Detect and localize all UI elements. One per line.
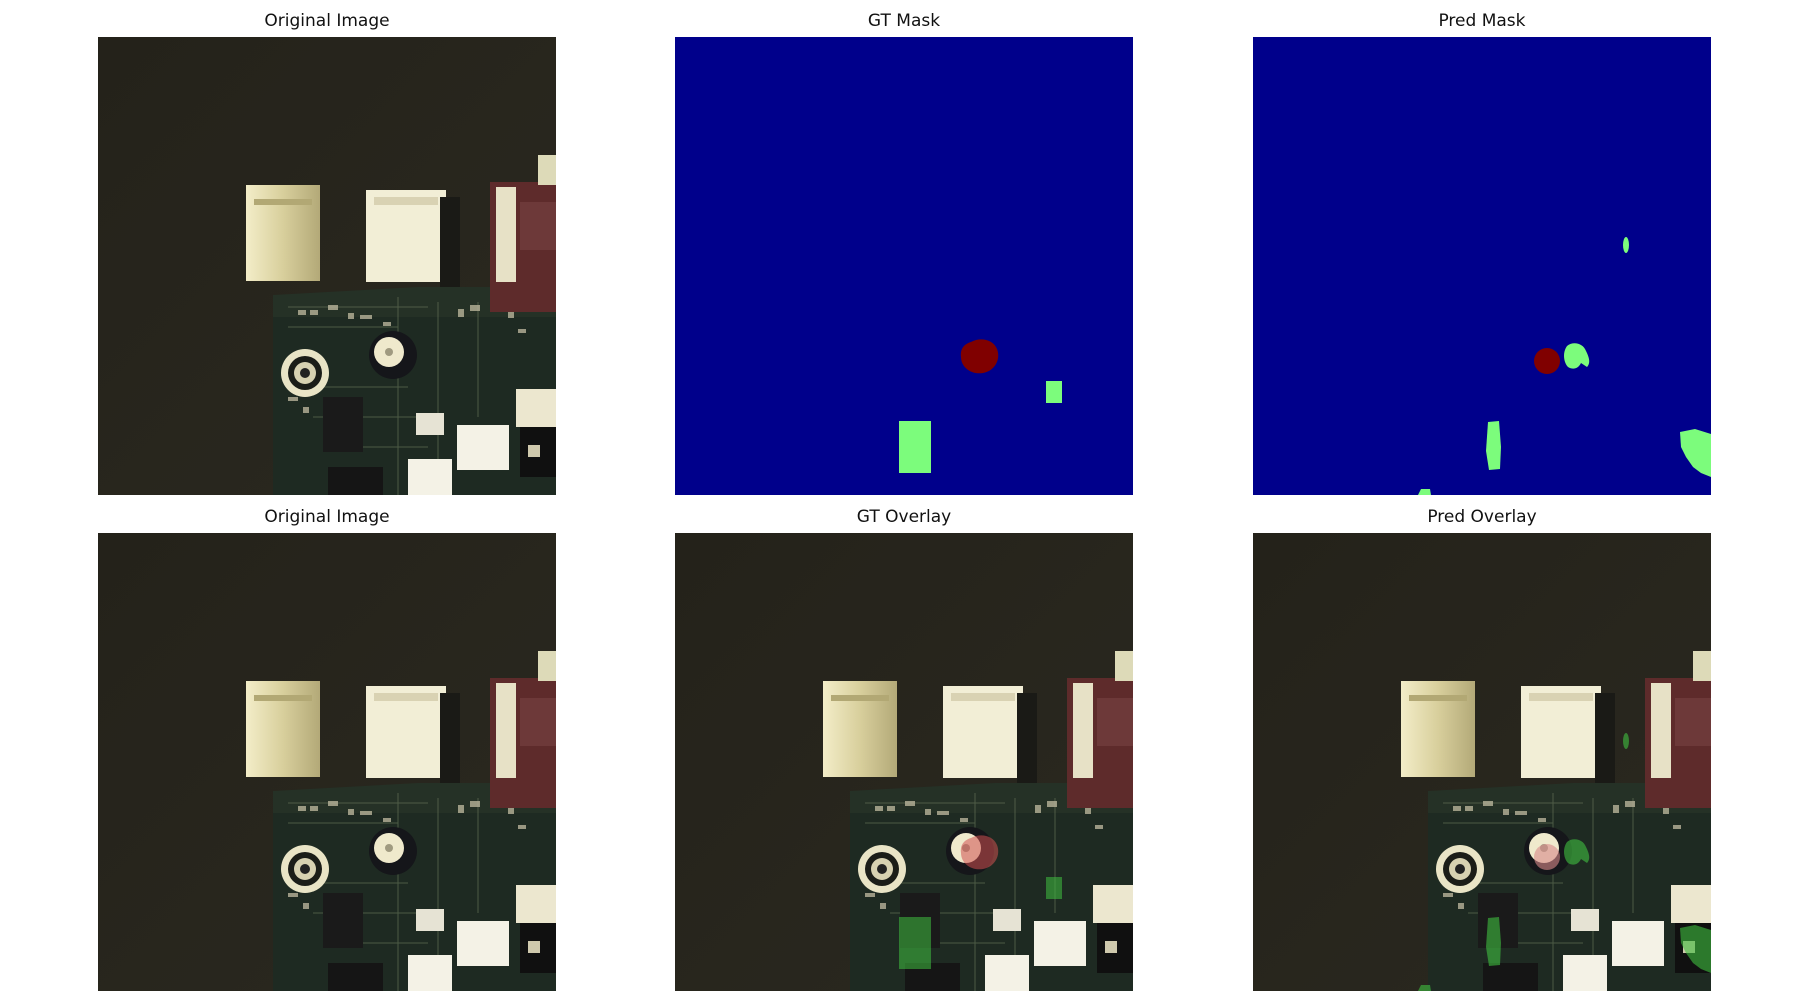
gt-overlay-image — [675, 533, 1133, 991]
pred-overlay-image — [1253, 533, 1711, 991]
panel-title: Original Image — [264, 507, 390, 527]
panel-title: Pred Mask — [1438, 11, 1526, 31]
original-image — [98, 533, 556, 991]
gt-red-region — [960, 339, 999, 374]
panel-title: GT Mask — [867, 11, 941, 31]
original-image — [98, 37, 556, 495]
pred-mask-image — [1253, 37, 1711, 495]
gt-mask-image — [675, 37, 1133, 495]
gt-green-region — [1046, 381, 1062, 403]
panel-title: Pred Overlay — [1427, 507, 1537, 527]
panel-title: GT Overlay — [856, 507, 952, 527]
gt-green-region — [899, 421, 931, 473]
panel-title: Original Image — [264, 11, 390, 31]
